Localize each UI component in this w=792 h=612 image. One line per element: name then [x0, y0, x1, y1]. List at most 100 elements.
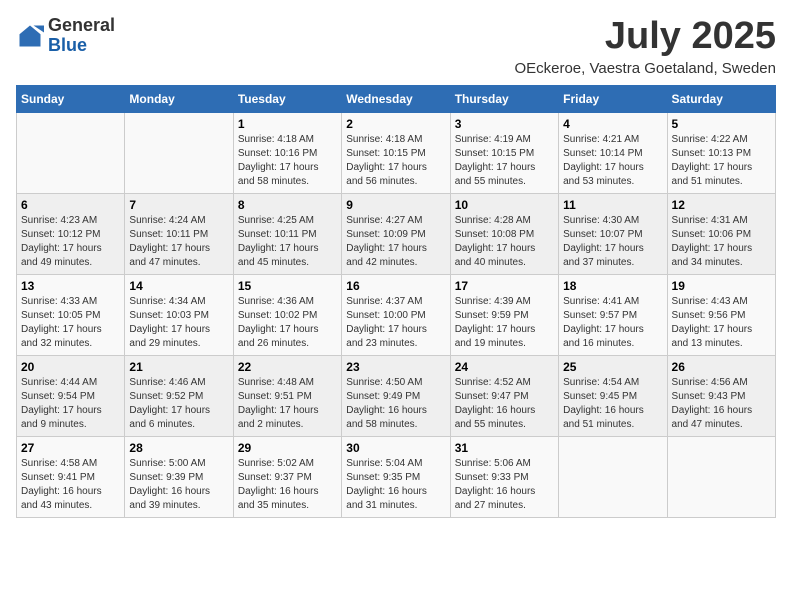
weekday-header-monday: Monday: [125, 85, 233, 112]
day-number: 4: [563, 117, 662, 131]
day-number: 30: [346, 441, 445, 455]
logo-blue-text: Blue: [48, 35, 87, 55]
day-content: Sunrise: 5:06 AM Sunset: 9:33 PM Dayligh…: [455, 457, 554, 513]
calendar-cell: 19 Sunrise: 4:43 AM Sunset: 9:56 PM Dayli…: [667, 274, 775, 355]
weekday-header-row: SundayMondayTuesdayWednesdayThursdayFrid…: [17, 85, 776, 112]
calendar-cell: 1 Sunrise: 4:18 AM Sunset: 10:16 PM Dayli…: [233, 112, 341, 193]
day-number: 10: [455, 198, 554, 212]
day-content: Sunrise: 4:30 AM Sunset: 10:07 PM Daylig…: [563, 214, 662, 270]
location-title: OEckeroe, Vaestra Goetaland, Sweden: [514, 60, 776, 77]
weekday-header-saturday: Saturday: [667, 85, 775, 112]
calendar-cell: 7Sunrise: 4:24 AM Sunset: 10:11 PM Dayli…: [125, 193, 233, 274]
calendar-cell: 4 Sunrise: 4:21 AM Sunset: 10:14 PM Dayli…: [559, 112, 667, 193]
calendar-cell: 24 Sunrise: 4:52 AM Sunset: 9:47 PM Dayli…: [450, 355, 558, 436]
calendar-cell: 5 Sunrise: 4:22 AM Sunset: 10:13 PM Dayli…: [667, 112, 775, 193]
day-content: Sunrise: 4:44 AM Sunset: 9:54 PM Dayligh…: [21, 376, 120, 432]
day-content: Sunrise: 4:50 AM Sunset: 9:49 PM Dayligh…: [346, 376, 445, 432]
day-content: Sunrise: 4:18 AM Sunset: 10:15 PM Daylig…: [346, 133, 445, 189]
calendar-cell: 16 Sunrise: 4:37 AM Sunset: 10:00 PM Dayl…: [342, 274, 450, 355]
weekday-header-sunday: Sunday: [17, 85, 125, 112]
day-number: 18: [563, 279, 662, 293]
calendar-cell: 21 Sunrise: 4:46 AM Sunset: 9:52 PM Dayli…: [125, 355, 233, 436]
day-number: 3: [455, 117, 554, 131]
day-content: Sunrise: 4:58 AM Sunset: 9:41 PM Dayligh…: [21, 457, 120, 513]
day-content: Sunrise: 4:21 AM Sunset: 10:14 PM Daylig…: [563, 133, 662, 189]
day-number: 29: [238, 441, 337, 455]
day-content: Sunrise: 4:27 AM Sunset: 10:09 PM Daylig…: [346, 214, 445, 270]
title-block: July 2025 OEckeroe, Vaestra Goetaland, S…: [514, 16, 776, 77]
calendar-cell: 27Sunrise: 4:58 AM Sunset: 9:41 PM Dayli…: [17, 436, 125, 517]
day-content: Sunrise: 4:48 AM Sunset: 9:51 PM Dayligh…: [238, 376, 337, 432]
day-content: Sunrise: 4:18 AM Sunset: 10:16 PM Daylig…: [238, 133, 337, 189]
weekday-header-thursday: Thursday: [450, 85, 558, 112]
day-number: 5: [672, 117, 771, 131]
day-number: 14: [129, 279, 228, 293]
day-content: Sunrise: 4:28 AM Sunset: 10:08 PM Daylig…: [455, 214, 554, 270]
calendar-cell: 12Sunrise: 4:31 AM Sunset: 10:06 PM Dayl…: [667, 193, 775, 274]
day-number: 8: [238, 198, 337, 212]
calendar-cell: 31 Sunrise: 5:06 AM Sunset: 9:33 PM Dayli…: [450, 436, 558, 517]
calendar-cell: 15 Sunrise: 4:36 AM Sunset: 10:02 PM Dayl…: [233, 274, 341, 355]
day-number: 6: [21, 198, 120, 212]
day-content: Sunrise: 4:56 AM Sunset: 9:43 PM Dayligh…: [672, 376, 771, 432]
month-title: July 2025: [514, 16, 776, 58]
calendar-cell: 10 Sunrise: 4:28 AM Sunset: 10:08 PM Dayl…: [450, 193, 558, 274]
day-content: Sunrise: 5:02 AM Sunset: 9:37 PM Dayligh…: [238, 457, 337, 513]
day-number: 20: [21, 360, 120, 374]
calendar-cell: 30Sunrise: 5:04 AM Sunset: 9:35 PM Dayli…: [342, 436, 450, 517]
day-content: Sunrise: 4:43 AM Sunset: 9:56 PM Dayligh…: [672, 295, 771, 351]
calendar-cell: 20 Sunrise: 4:44 AM Sunset: 9:54 PM Dayli…: [17, 355, 125, 436]
calendar-cell: 22 Sunrise: 4:48 AM Sunset: 9:51 PM Dayli…: [233, 355, 341, 436]
day-content: Sunrise: 4:36 AM Sunset: 10:02 PM Daylig…: [238, 295, 337, 351]
calendar-week-3: 13 Sunrise: 4:33 AM Sunset: 10:05 PM Dayl…: [17, 274, 776, 355]
calendar-cell: 9Sunrise: 4:27 AM Sunset: 10:09 PM Dayli…: [342, 193, 450, 274]
calendar-cell: 14 Sunrise: 4:34 AM Sunset: 10:03 PM Dayl…: [125, 274, 233, 355]
calendar-cell: 26 Sunrise: 4:56 AM Sunset: 9:43 PM Dayli…: [667, 355, 775, 436]
day-number: 24: [455, 360, 554, 374]
day-content: Sunrise: 4:52 AM Sunset: 9:47 PM Dayligh…: [455, 376, 554, 432]
calendar-week-4: 20 Sunrise: 4:44 AM Sunset: 9:54 PM Dayli…: [17, 355, 776, 436]
day-content: Sunrise: 4:39 AM Sunset: 9:59 PM Dayligh…: [455, 295, 554, 351]
calendar-table: SundayMondayTuesdayWednesdayThursdayFrid…: [16, 85, 776, 518]
day-number: 13: [21, 279, 120, 293]
calendar-cell: 6 Sunrise: 4:23 AM Sunset: 10:12 PM Dayli…: [17, 193, 125, 274]
day-content: Sunrise: 4:46 AM Sunset: 9:52 PM Dayligh…: [129, 376, 228, 432]
day-number: 28: [129, 441, 228, 455]
calendar-cell: [667, 436, 775, 517]
logo-general-text: General: [48, 15, 115, 35]
day-content: Sunrise: 4:19 AM Sunset: 10:15 PM Daylig…: [455, 133, 554, 189]
day-content: Sunrise: 4:24 AM Sunset: 10:11 PM Daylig…: [129, 214, 228, 270]
calendar-cell: 23Sunrise: 4:50 AM Sunset: 9:49 PM Dayli…: [342, 355, 450, 436]
day-number: 17: [455, 279, 554, 293]
day-number: 21: [129, 360, 228, 374]
day-number: 26: [672, 360, 771, 374]
day-number: 15: [238, 279, 337, 293]
day-number: 25: [563, 360, 662, 374]
calendar-cell: 2Sunrise: 4:18 AM Sunset: 10:15 PM Dayli…: [342, 112, 450, 193]
day-number: 31: [455, 441, 554, 455]
calendar-cell: [559, 436, 667, 517]
weekday-header-friday: Friday: [559, 85, 667, 112]
calendar-week-2: 6 Sunrise: 4:23 AM Sunset: 10:12 PM Dayli…: [17, 193, 776, 274]
calendar-cell: [17, 112, 125, 193]
day-number: 11: [563, 198, 662, 212]
day-number: 19: [672, 279, 771, 293]
day-content: Sunrise: 4:33 AM Sunset: 10:05 PM Daylig…: [21, 295, 120, 351]
day-content: Sunrise: 4:23 AM Sunset: 10:12 PM Daylig…: [21, 214, 120, 270]
day-content: Sunrise: 4:37 AM Sunset: 10:00 PM Daylig…: [346, 295, 445, 351]
day-number: 1: [238, 117, 337, 131]
day-content: Sunrise: 4:34 AM Sunset: 10:03 PM Daylig…: [129, 295, 228, 351]
day-content: Sunrise: 4:31 AM Sunset: 10:06 PM Daylig…: [672, 214, 771, 270]
day-content: Sunrise: 4:22 AM Sunset: 10:13 PM Daylig…: [672, 133, 771, 189]
calendar-cell: 3 Sunrise: 4:19 AM Sunset: 10:15 PM Dayli…: [450, 112, 558, 193]
day-content: Sunrise: 4:41 AM Sunset: 9:57 PM Dayligh…: [563, 295, 662, 351]
calendar-cell: 18 Sunrise: 4:41 AM Sunset: 9:57 PM Dayli…: [559, 274, 667, 355]
calendar-cell: 17 Sunrise: 4:39 AM Sunset: 9:59 PM Dayli…: [450, 274, 558, 355]
logo: General Blue: [16, 16, 115, 56]
logo-icon: [16, 22, 44, 50]
calendar-cell: 28Sunrise: 5:00 AM Sunset: 9:39 PM Dayli…: [125, 436, 233, 517]
day-number: 22: [238, 360, 337, 374]
day-number: 16: [346, 279, 445, 293]
weekday-header-tuesday: Tuesday: [233, 85, 341, 112]
calendar-cell: 13 Sunrise: 4:33 AM Sunset: 10:05 PM Dayl…: [17, 274, 125, 355]
